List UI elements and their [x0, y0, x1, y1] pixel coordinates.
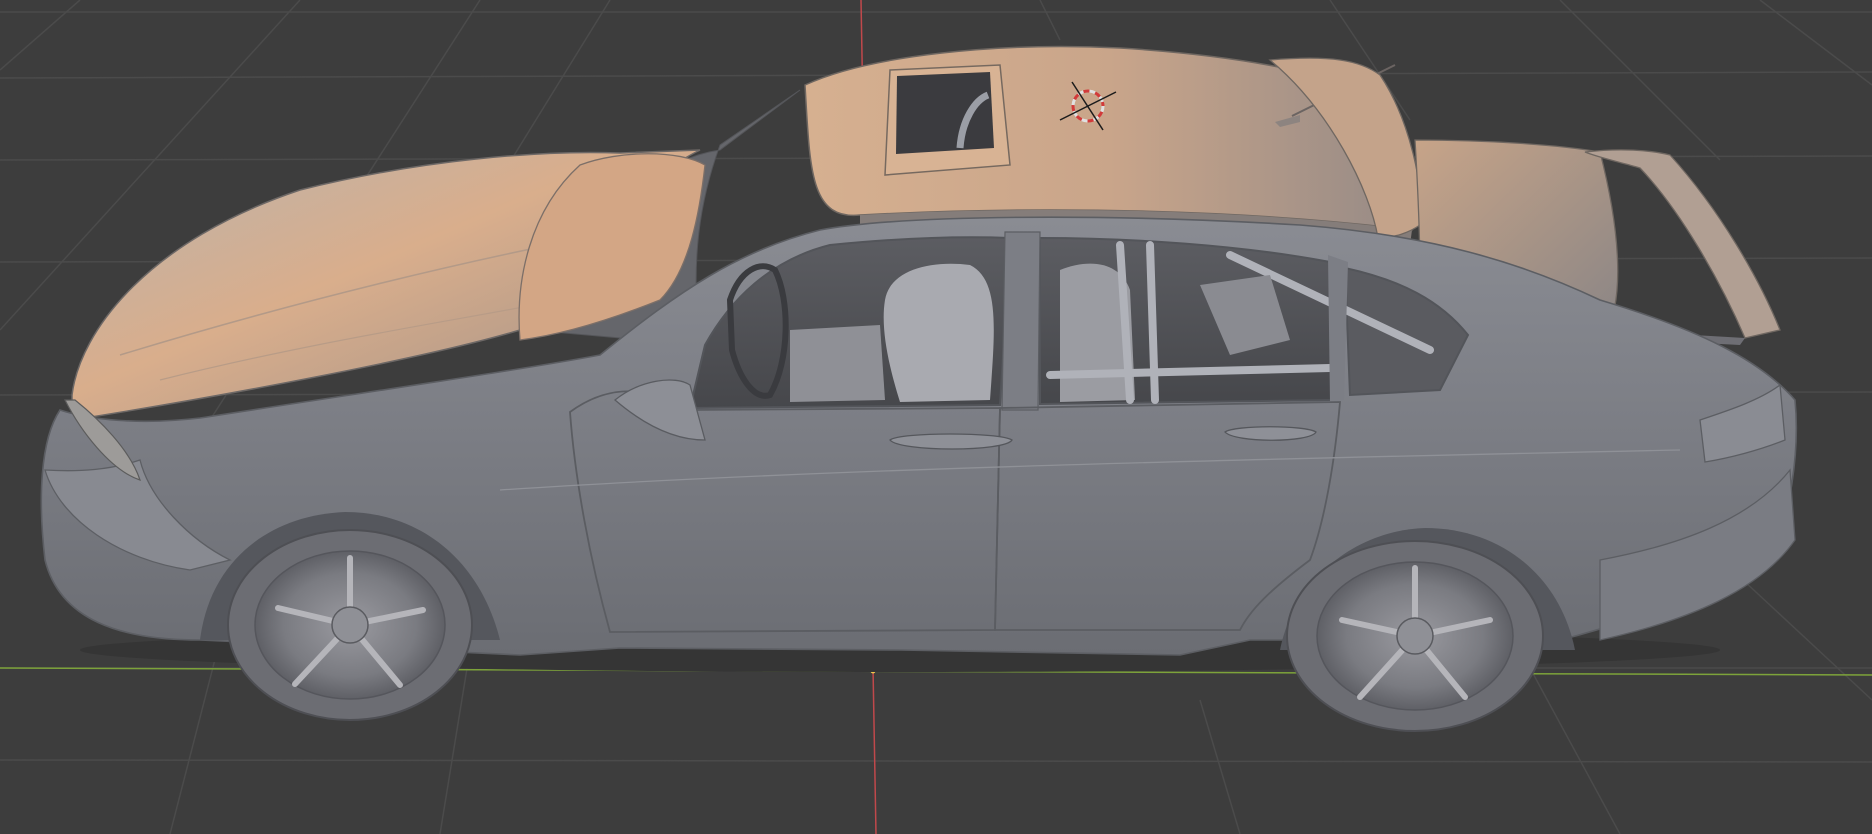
dashboard-console	[790, 325, 885, 402]
front-door-handle[interactable]	[889, 433, 1013, 450]
rear-hub	[1396, 617, 1434, 655]
b-pillar	[1001, 231, 1041, 411]
viewport-canvas[interactable]	[0, 0, 1872, 834]
sunroof-hole	[896, 72, 994, 154]
rear-wheel[interactable]	[1286, 540, 1544, 732]
front-seat	[883, 263, 994, 402]
front-hub	[331, 606, 369, 644]
3d-viewport[interactable]	[0, 0, 1872, 834]
car-model[interactable]	[40, 45, 1798, 732]
front-wheel[interactable]	[227, 529, 473, 721]
